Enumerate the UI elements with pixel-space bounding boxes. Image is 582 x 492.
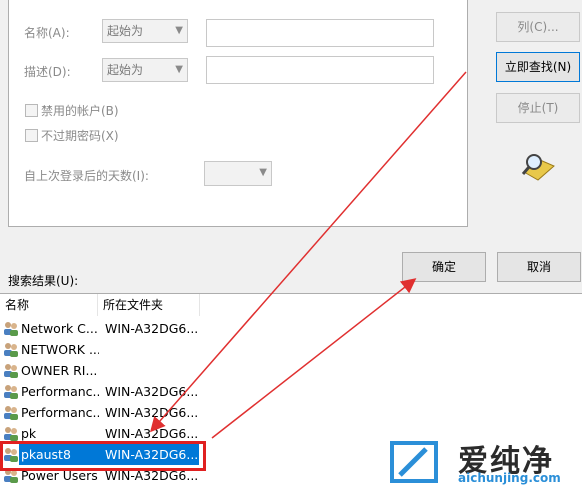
annotation-arrows bbox=[150, 71, 467, 439]
arrow-to-ok bbox=[211, 278, 417, 439]
arrow-to-selection bbox=[150, 71, 467, 433]
